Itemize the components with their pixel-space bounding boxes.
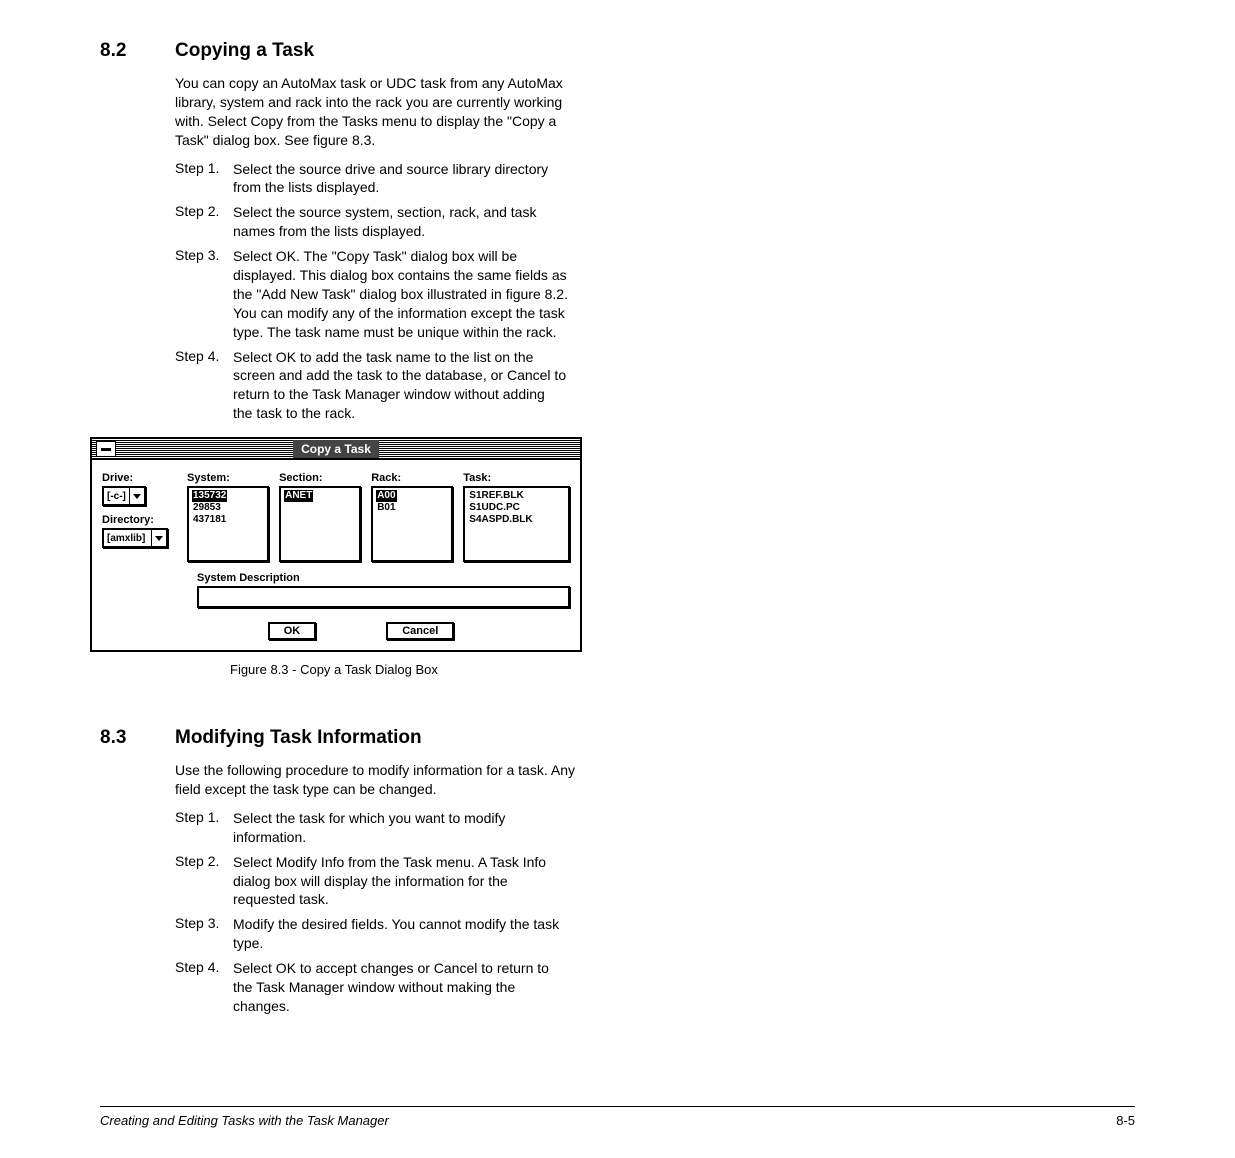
step-text: Select the source drive and source libra… xyxy=(233,160,568,198)
page-footer: Creating and Editing Tasks with the Task… xyxy=(100,1106,1135,1128)
task-label: Task: xyxy=(463,472,570,484)
list-item[interactable]: S1UDC.PC xyxy=(468,502,565,514)
step-text: Select the task for which you want to mo… xyxy=(233,809,568,847)
section-listbox[interactable]: ANET xyxy=(279,486,361,562)
list-item[interactable]: B01 xyxy=(376,502,448,514)
figure-caption: Figure 8.3 - Copy a Task Dialog Box xyxy=(230,662,1135,677)
directory-value: [amxlib] xyxy=(104,533,151,544)
list-item[interactable]: 29853 xyxy=(192,502,264,514)
step-row: Step 3. Select OK. The "Copy Task" dialo… xyxy=(175,247,1135,341)
dialog-titlebar: Copy a Task xyxy=(92,439,580,460)
dialog-title: Copy a Task xyxy=(293,440,379,458)
list-item[interactable]: 135732 xyxy=(192,490,227,502)
section-heading-8-2: 8.2 Copying a Task xyxy=(100,40,1135,62)
step-label: Step 2. xyxy=(175,203,233,241)
step-label: Step 4. xyxy=(175,348,233,424)
dropdown-arrow-icon xyxy=(129,488,144,504)
section-intro: Use the following procedure to modify in… xyxy=(175,761,575,799)
figure-8-3: Copy a Task Drive: [-c-] Directory: [amx… xyxy=(90,437,1135,677)
system-menu-icon[interactable] xyxy=(96,441,116,457)
drive-dropdown[interactable]: [-c-] xyxy=(102,486,146,506)
cancel-button[interactable]: Cancel xyxy=(386,622,454,640)
section-intro: You can copy an AutoMax task or UDC task… xyxy=(175,74,575,150)
list-item[interactable]: A00 xyxy=(376,490,396,502)
step-label: Step 3. xyxy=(175,915,233,953)
step-label: Step 4. xyxy=(175,959,233,1016)
section-heading-8-3: 8.3 Modifying Task Information xyxy=(100,727,1135,749)
list-item[interactable]: 437181 xyxy=(192,514,264,526)
step-label: Step 1. xyxy=(175,160,233,198)
step-row: Step 4. Select OK to add the task name t… xyxy=(175,348,1135,424)
step-text: Select Modify Info from the Task menu. A… xyxy=(233,853,568,910)
step-text: Select OK to accept changes or Cancel to… xyxy=(233,959,568,1016)
step-text: Select the source system, section, rack,… xyxy=(233,203,568,241)
dialog-body: Drive: [-c-] Directory: [amxlib] System:… xyxy=(92,460,580,650)
section-label: Section: xyxy=(279,472,361,484)
step-label: Step 2. xyxy=(175,853,233,910)
directory-label: Directory: xyxy=(102,514,177,526)
step-row: Step 1. Select the source drive and sour… xyxy=(175,160,1135,198)
step-label: Step 1. xyxy=(175,809,233,847)
step-text: Modify the desired fields. You cannot mo… xyxy=(233,915,568,953)
list-item[interactable]: S1REF.BLK xyxy=(468,490,565,502)
section-number: 8.3 xyxy=(100,727,175,749)
system-listbox[interactable]: 135732 29853 437181 xyxy=(187,486,269,562)
section-title: Copying a Task xyxy=(175,40,314,62)
drive-label: Drive: xyxy=(102,472,177,484)
section-title: Modifying Task Information xyxy=(175,727,422,749)
rack-label: Rack: xyxy=(371,472,453,484)
step-text: Select OK. The "Copy Task" dialog box wi… xyxy=(233,247,568,341)
rack-listbox[interactable]: A00 B01 xyxy=(371,486,453,562)
copy-a-task-dialog: Copy a Task Drive: [-c-] Directory: [amx… xyxy=(90,437,582,652)
list-item[interactable]: ANET xyxy=(284,490,313,502)
list-item[interactable]: S4ASPD.BLK xyxy=(468,514,565,526)
dropdown-arrow-icon xyxy=(151,530,166,546)
system-label: System: xyxy=(187,472,269,484)
step-row: Step 1. Select the task for which you wa… xyxy=(175,809,1135,847)
footer-page-number: 8-5 xyxy=(1116,1113,1135,1128)
step-row: Step 2. Select Modify Info from the Task… xyxy=(175,853,1135,910)
footer-chapter-title: Creating and Editing Tasks with the Task… xyxy=(100,1113,389,1128)
step-row: Step 4. Select OK to accept changes or C… xyxy=(175,959,1135,1016)
directory-dropdown[interactable]: [amxlib] xyxy=(102,528,168,548)
ok-button[interactable]: OK xyxy=(268,622,317,640)
step-row: Step 2. Select the source system, sectio… xyxy=(175,203,1135,241)
drive-value: [-c-] xyxy=(104,491,129,502)
task-listbox[interactable]: S1REF.BLK S1UDC.PC S4ASPD.BLK xyxy=(463,486,570,562)
system-description-field[interactable] xyxy=(197,586,570,608)
system-description-label: System Description xyxy=(197,572,570,584)
step-label: Step 3. xyxy=(175,247,233,341)
step-text: Select OK to add the task name to the li… xyxy=(233,348,568,424)
step-row: Step 3. Modify the desired fields. You c… xyxy=(175,915,1135,953)
section-number: 8.2 xyxy=(100,40,175,62)
